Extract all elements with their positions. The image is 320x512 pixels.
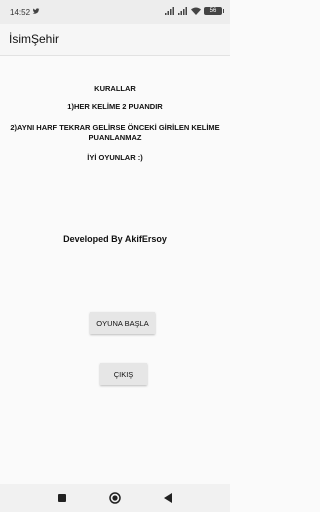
main-content: KURALLAR 1)HER KELİME 2 PUANDIR 2)AYNI H… (0, 56, 230, 484)
rule-2-line-1: 2)AYNI HARF TEKRAR GELİRSE ÖNCEKİ GİRİLE… (10, 123, 220, 132)
start-game-button[interactable]: OYUNA BAŞLA (90, 312, 155, 334)
recent-apps-button[interactable] (54, 490, 70, 506)
status-bar: 14:52 56 (0, 0, 230, 24)
app-bar: İsimŞehir (0, 24, 230, 56)
developer-credit: Developed By AkifErsoy (63, 234, 167, 244)
app-title: İsimŞehir (9, 32, 60, 46)
wifi-icon (191, 7, 201, 15)
exit-button[interactable]: ÇIKIŞ (100, 363, 147, 385)
triangle-back-icon (163, 493, 172, 503)
rule-2-line-2: PUANLANMAZ (88, 133, 142, 142)
back-button[interactable] (160, 490, 176, 506)
home-button[interactable] (107, 490, 123, 506)
twitter-bird-icon (32, 8, 40, 14)
status-icons: 56 (165, 6, 224, 16)
square-icon (58, 494, 66, 502)
circle-icon (109, 492, 121, 504)
status-time: 14:52 (10, 8, 31, 17)
navigation-bar (0, 484, 230, 512)
signal-icon-2 (178, 7, 187, 15)
closing-text: İYİ OYUNLAR :) (87, 153, 143, 162)
rule-1: 1)HER KELİME 2 PUANDIR (67, 102, 163, 111)
rules-heading: KURALLAR (94, 84, 136, 93)
battery-icon: 56 (204, 7, 224, 15)
signal-icon (165, 7, 174, 15)
